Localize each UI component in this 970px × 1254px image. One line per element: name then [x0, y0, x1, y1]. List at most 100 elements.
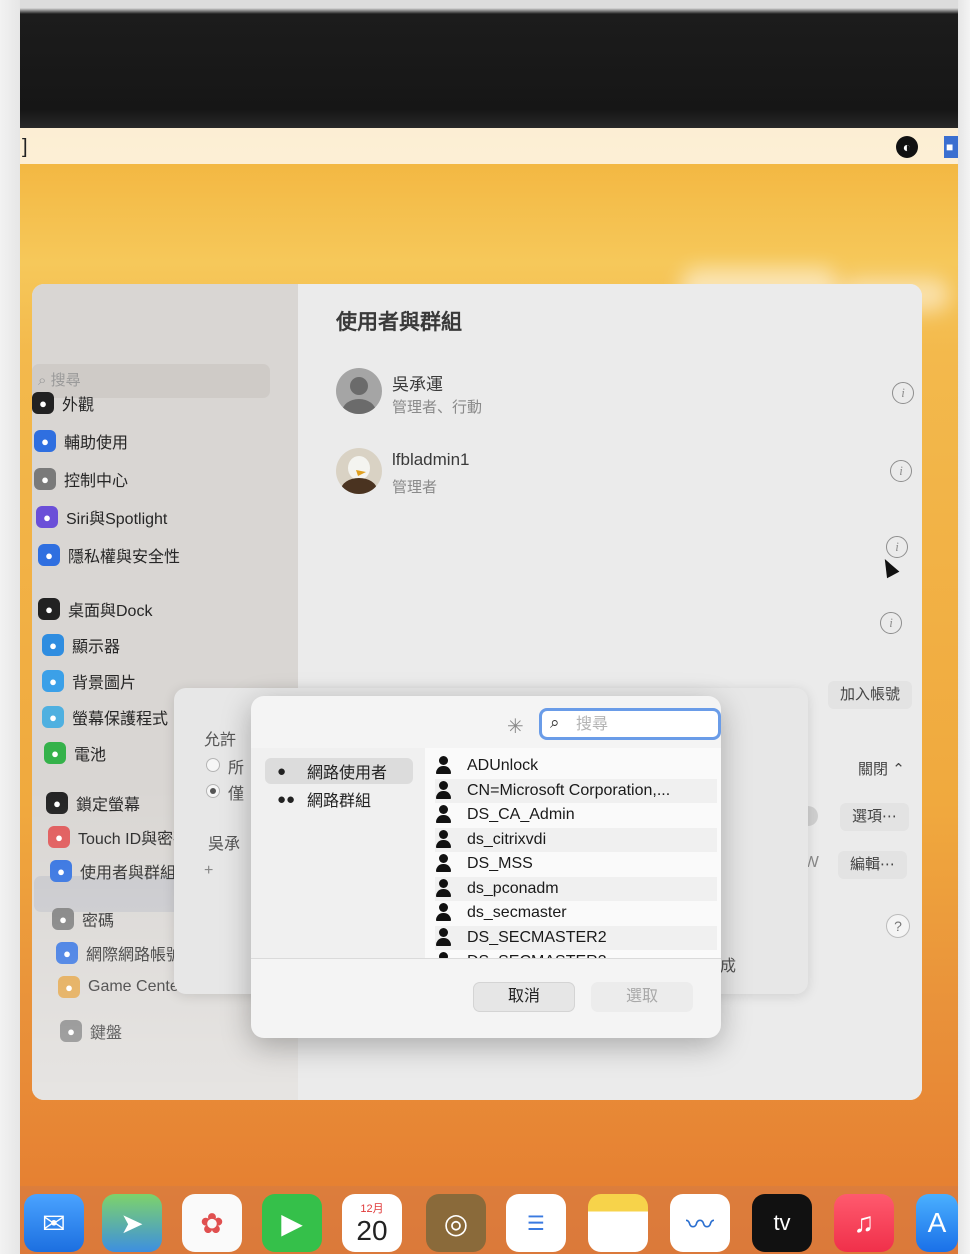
radio-button[interactable]: [206, 784, 220, 798]
list-item[interactable]: DS_CA_Admin: [435, 803, 717, 827]
sidebar-item[interactable]: ● 控制中心: [34, 464, 128, 494]
user-name: 吳承運: [392, 375, 443, 394]
account-name: CN=Microsoft Corporation,...: [467, 781, 671, 799]
app-store-icon[interactable]: A: [916, 1194, 958, 1252]
sidebar-item[interactable]: ● 電池: [44, 738, 106, 768]
add-account-button[interactable]: 加入帳號: [828, 681, 913, 709]
list-item[interactable]: DS_SECMASTER3: [435, 950, 717, 958]
screen: ] ◐ ■ ⌕ 搜尋 ● 外觀 ● 輔助使用 ● 控制中心 ● Siri與Spotlight ●…: [20, 128, 958, 1254]
info-icon[interactable]: i: [880, 612, 902, 634]
group-icon: ●●: [277, 790, 296, 808]
sidebar-item-label: 隱私權與安全性: [68, 549, 181, 566]
category-network-users[interactable]: ● 網路使用者: [265, 758, 413, 784]
person-icon: [435, 829, 453, 850]
sidebar-item[interactable]: ● 螢幕保護程式: [42, 702, 168, 732]
user-entry: 吳承: [208, 836, 241, 853]
sidebar-item[interactable]: ● 背景圖片: [42, 666, 136, 696]
list-item[interactable]: ds_pconadm: [435, 876, 717, 901]
sidebar-item-label: 控制中心: [64, 473, 129, 490]
select-button[interactable]: 選取: [591, 982, 693, 1012]
edit-button[interactable]: 編輯⋯: [838, 851, 908, 879]
appearance-icon: ●: [32, 392, 54, 414]
sidebar-item[interactable]: ● 外觀: [32, 388, 94, 418]
cancel-button[interactable]: 取消: [473, 982, 575, 1012]
person-icon: [435, 756, 453, 776]
person-icon: [435, 805, 453, 825]
person-icon: [435, 780, 453, 801]
dock: ✉ ➤ ✿ ▶ 12月 20 ◎ ☰ 〰 tv ♫ A: [20, 1186, 958, 1254]
facetime-icon[interactable]: ▶: [262, 1194, 322, 1252]
avatar: [336, 368, 382, 414]
sidebar-item-label: 電池: [74, 747, 107, 764]
calendar-month: 12月: [360, 1203, 384, 1215]
info-icon[interactable]: i: [886, 536, 908, 558]
search-icon: ⌕: [38, 372, 47, 389]
dialog-search-field[interactable]: ⌕: [539, 708, 721, 740]
menu-bar: ] ◐ ■: [20, 128, 958, 164]
network-user-picker-dialog: ✳ ⌕ ● 網路使用者 ●● 網路群組 ADUnlock CN=Microsoft…: [251, 696, 721, 1038]
contacts-icon[interactable]: ◎: [426, 1194, 486, 1252]
list-item[interactable]: ADUnlock: [435, 754, 717, 778]
category-network-groups[interactable]: ●● 網路群組: [265, 786, 413, 812]
options-button[interactable]: 選項⋯: [840, 803, 910, 831]
system-settings-window: ⌕ 搜尋 ● 外觀 ● 輔助使用 ● 控制中心 ● Siri與Spotlight ● 隱私權與安全…: [32, 284, 922, 1100]
bezel-left: [0, 0, 20, 1254]
list-item[interactable]: CN=Microsoft Corporation,...: [435, 778, 717, 803]
music-icon[interactable]: ♫: [834, 1194, 894, 1252]
allow-label: 允許: [204, 732, 237, 749]
radio-label: 僅: [228, 786, 245, 803]
info-icon[interactable]: i: [890, 460, 912, 482]
menu-fragment: ]: [22, 136, 28, 158]
person-icon: [435, 878, 453, 899]
person-icon: ●: [277, 762, 287, 780]
sidebar-item[interactable]: ● Siri與Spotlight: [36, 502, 167, 532]
user-row[interactable]: lfbladmin1 管理者: [336, 448, 896, 518]
mail-icon[interactable]: ✉: [24, 1194, 84, 1252]
search-icon: ⌕: [550, 713, 560, 732]
sidebar-item-label: 輔助使用: [64, 435, 129, 452]
status-app-icon[interactable]: ■: [944, 136, 958, 158]
dialog-search-input[interactable]: [576, 714, 706, 736]
info-icon[interactable]: i: [892, 382, 914, 404]
photos-icon[interactable]: ✿: [182, 1194, 242, 1252]
sidebar-item-label: 顯示器: [72, 639, 121, 656]
avatar: [336, 448, 382, 494]
list-item[interactable]: ds_citrixvdi: [435, 827, 717, 852]
sidebar-item[interactable]: ● 桌面與Dock: [38, 594, 152, 624]
apple-tv-icon[interactable]: tv: [752, 1194, 812, 1252]
laptop-bezel: [0, 0, 970, 130]
divider: [251, 958, 721, 959]
user-role: 管理者、行動: [392, 399, 483, 416]
calendar-day: 20: [356, 1215, 388, 1246]
list-item[interactable]: DS_SECMASTER2: [435, 925, 717, 950]
list-item[interactable]: ds_secmaster: [435, 901, 717, 925]
wallpaper-icon: ●: [42, 670, 64, 692]
account-list: ADUnlock CN=Microsoft Corporation,... DS_C…: [425, 748, 721, 958]
sidebar-item-label: 桌面與Dock: [68, 603, 153, 620]
bezel-right: [958, 0, 970, 1254]
add-user-button[interactable]: +: [204, 862, 213, 880]
chevron-updown-icon: ⌃: [892, 761, 905, 778]
maps-icon[interactable]: ➤: [102, 1194, 162, 1252]
help-button[interactable]: ?: [886, 914, 910, 938]
sidebar-item[interactable]: ● 顯示器: [42, 630, 120, 660]
control-center-icon: ●: [34, 468, 56, 490]
account-name: DS_CA_Admin: [467, 806, 575, 823]
account-name: ds_secmaster: [467, 904, 567, 921]
notes-icon[interactable]: [588, 1194, 648, 1252]
reminders-icon[interactable]: ☰: [506, 1194, 566, 1252]
list-item[interactable]: DS_MSS: [435, 852, 717, 876]
account-name: DS_SECMASTER2: [467, 928, 607, 946]
radio-button[interactable]: [206, 758, 220, 772]
sidebar-item-label: 外觀: [62, 397, 95, 414]
user-row[interactable]: 吳承運 管理者、行動: [336, 368, 896, 438]
sidebar-item[interactable]: ● 輔助使用: [34, 426, 128, 456]
freeform-icon[interactable]: 〰: [670, 1194, 730, 1252]
user-role: 管理者: [392, 479, 438, 496]
page-title: 使用者與群組: [336, 311, 462, 334]
calendar-icon[interactable]: 12月 20: [342, 1194, 402, 1252]
category-list: ● 網路使用者 ●● 網路群組: [251, 748, 425, 958]
status-swirl-icon[interactable]: ◐: [896, 136, 918, 158]
sidebar-item[interactable]: ● 隱私權與安全性: [38, 540, 180, 570]
auto-login-popup[interactable]: 關閉 ⌃: [846, 756, 917, 784]
